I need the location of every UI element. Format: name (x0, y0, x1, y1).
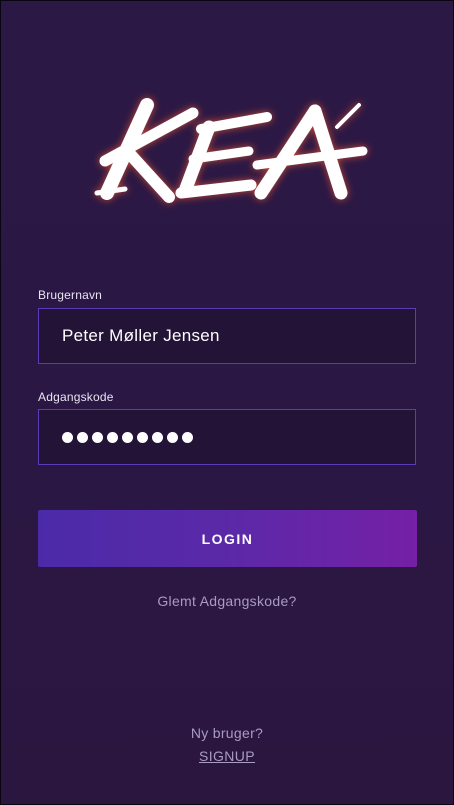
signup-link[interactable]: SIGNUP (1, 748, 453, 764)
kea-logo (89, 93, 369, 211)
password-dot (107, 431, 118, 443)
kea-logo-graphic (94, 98, 368, 203)
password-field[interactable] (38, 409, 416, 465)
password-label: Adgangskode (38, 390, 114, 404)
password-dot (62, 431, 73, 443)
login-screen: Brugernavn Peter Møller Jensen Adgangsko… (1, 1, 453, 804)
username-label: Brugernavn (38, 288, 103, 302)
password-dot (137, 431, 148, 443)
new-user-prompt: Ny bruger? (190, 725, 264, 741)
forgot-password-link[interactable]: Glemt Adgangskode? (1, 593, 453, 609)
login-button[interactable]: LOGIN (38, 510, 417, 567)
password-dot (182, 431, 193, 443)
username-field[interactable]: Peter Møller Jensen (38, 308, 416, 364)
password-dot (77, 431, 88, 443)
username-value: Peter Møller Jensen (62, 326, 220, 345)
password-dot (92, 431, 103, 443)
password-dot (152, 431, 163, 443)
password-masked-value (62, 431, 193, 443)
password-dot (167, 431, 178, 443)
password-dot (122, 431, 133, 443)
